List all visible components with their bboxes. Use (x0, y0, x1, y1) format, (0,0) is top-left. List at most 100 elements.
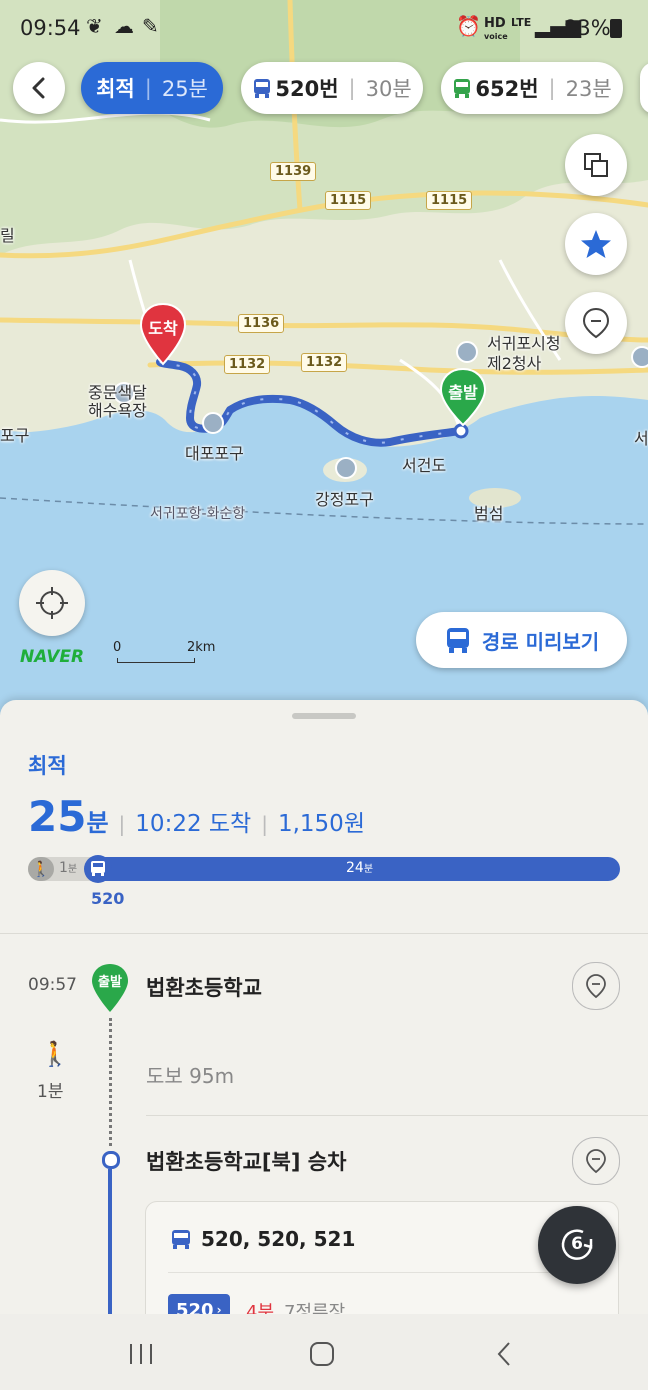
refresh-count: 6 (571, 1234, 583, 1254)
status-time: 09:54 (20, 16, 81, 40)
board-stop-dot (102, 1151, 120, 1169)
summary-arrival: 10:22 도착 (135, 811, 252, 837)
hd-sub-label: voice (484, 32, 508, 41)
chevron-right-icon: › (216, 1303, 222, 1314)
route-option-duration: 23분 (565, 77, 612, 101)
walk-distance: 도보 95m (146, 1064, 235, 1088)
place-label-edge-left-2: 릴 (0, 226, 15, 245)
route-option-label: 최적 (96, 77, 135, 101)
hd-voice-indicator: HD voice (484, 16, 508, 43)
road-number-badge: 1136 (238, 314, 285, 333)
walk-connector (109, 1018, 112, 1146)
star-icon (581, 230, 611, 258)
notification-icon: ☁ (114, 14, 134, 38)
favorite-button[interactable] (565, 213, 627, 275)
map-pin-outline-icon (586, 974, 606, 999)
divider (168, 1272, 598, 1273)
start-location-button[interactable] (572, 962, 620, 1010)
route-option-label: 652번 (475, 77, 539, 101)
refresh-button[interactable]: 6 (538, 1206, 616, 1284)
start-time: 09:57 (28, 975, 77, 995)
bus-minutes: 24 (346, 860, 364, 876)
bus-stops-away: 7정류장 (284, 1302, 346, 1314)
notification-icon: ✎ (142, 14, 159, 38)
start-stop-name[interactable]: 법환초등학교 (146, 972, 262, 1002)
summary-minutes-unit: 분 (86, 809, 109, 837)
back-nav-icon[interactable] (494, 1341, 514, 1367)
road-number-badge: 1115 (325, 191, 372, 210)
road-number-badge: 1115 (426, 191, 473, 210)
map-view[interactable]: 1139 1115 1115 1136 1132 1132 중문색달 해수욕장 … (0, 0, 648, 715)
walk-unit: 분 (67, 864, 78, 875)
alarm-icon: ⏰ (456, 14, 481, 38)
map-scale: 0 2km (113, 640, 223, 664)
place-label-seogeondo[interactable]: 서건도 (402, 452, 446, 476)
route-option-duration: 25분 (161, 77, 208, 101)
route-option-more[interactable] (640, 62, 648, 114)
summary-minutes: 25 (28, 792, 87, 841)
board-stop-location-button[interactable] (572, 1137, 620, 1185)
system-navigation-bar (0, 1314, 648, 1390)
chevron-left-icon (32, 77, 45, 99)
home-icon[interactable] (309, 1341, 335, 1367)
scale-bar (117, 658, 195, 663)
naver-logo: NAVER (20, 647, 85, 667)
layers-button[interactable] (565, 134, 627, 196)
road-number-badge: 1132 (301, 353, 348, 372)
start-badge-label: 출발 (98, 975, 122, 990)
departure-marker-label: 출발 (448, 383, 478, 402)
recent-apps-icon[interactable] (128, 1342, 154, 1366)
route-option-520[interactable]: 520번 | 30분 (241, 62, 423, 114)
place-label-daepo[interactable]: 대포포구 (185, 440, 244, 464)
bus-segment-label: 24분 (346, 860, 373, 876)
summary-fare: 1,150원 (277, 811, 365, 837)
route-preview-button[interactable]: 경로 미리보기 (416, 612, 627, 668)
route-option-duration: 30분 (365, 77, 412, 101)
bus-number-label: 520 (91, 889, 125, 908)
scale-distance-label: 2km (187, 640, 216, 655)
map-pin-outline-icon (586, 1149, 606, 1174)
crosshair-icon (36, 587, 68, 619)
my-location-button[interactable] (19, 570, 85, 636)
bus-icon (172, 1230, 190, 1249)
walk-icon: 🚶 (28, 857, 54, 881)
road-number-badge: 1132 (224, 355, 271, 374)
bus-icon (254, 79, 271, 98)
hd-label: HD (484, 16, 506, 31)
ferry-route-label: 서귀포항-화순항 (150, 506, 246, 522)
notification-icon: ❦ (86, 14, 103, 38)
bus-list: 520, 520, 521 (201, 1227, 356, 1251)
place-label-edge-left: 포구 (0, 426, 30, 445)
bus-number-chip[interactable]: 520 › (168, 1294, 230, 1314)
layers-icon (584, 153, 608, 177)
route-preview-label: 경로 미리보기 (481, 629, 600, 654)
place-label-jungmun[interactable]: 중문색달 해수욕장 (88, 384, 147, 420)
place-label-edge-right: 서 (634, 429, 648, 448)
bus-icon (84, 855, 112, 883)
arrival-marker[interactable]: 도착 (138, 302, 188, 368)
route-option-652[interactable]: 652번 | 23분 (441, 62, 623, 114)
route-option-label: 520번 (275, 77, 339, 101)
status-bar: 09:54 ❦ ☁ ✎ ⏰ HD voice LTE ▂▄▆ 93% (0, 0, 648, 56)
divider (0, 933, 648, 934)
lte-indicator: LTE (511, 16, 532, 29)
divider (146, 1115, 648, 1116)
departure-marker[interactable]: 출발 (438, 367, 488, 427)
back-button[interactable] (13, 62, 65, 114)
bus-unit: 분 (363, 864, 374, 875)
board-stop-name[interactable]: 법환초등학교[북] 승차 (146, 1146, 346, 1176)
map-pin-outline-icon (582, 307, 610, 339)
walking-person-icon: 🚶 (40, 1040, 70, 1068)
location-pin-button[interactable] (565, 292, 627, 354)
walk-minutes: 1 (59, 860, 68, 876)
route-option-best[interactable]: 최적 | 25분 (81, 62, 223, 114)
walk-segment-label: 1분 (59, 860, 77, 876)
sheet-drag-handle[interactable] (292, 713, 356, 719)
place-label-gangjeong[interactable]: 강정포구 (315, 486, 374, 510)
arrival-marker-label: 도착 (148, 319, 178, 338)
bus-icon (454, 79, 471, 98)
road-number-badge: 1139 (270, 162, 317, 181)
place-label-city-hall[interactable]: 서귀포시청 제2청사 (487, 334, 561, 374)
summary-label: 최적 (28, 754, 67, 778)
place-label-beomseom[interactable]: 범섬 (474, 500, 503, 524)
